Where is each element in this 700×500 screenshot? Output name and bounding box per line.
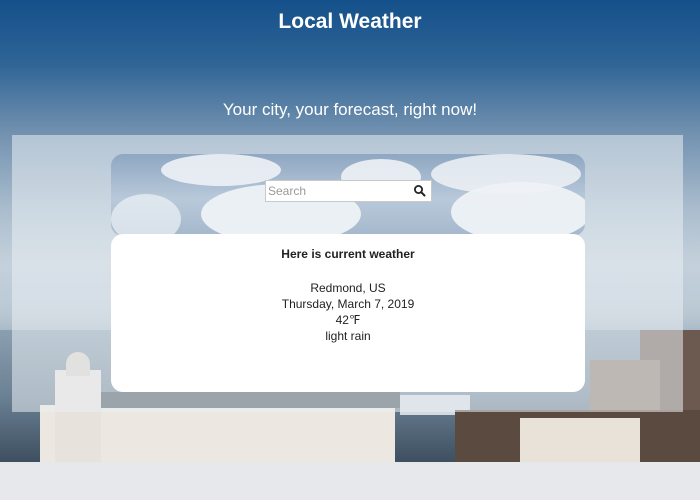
building <box>520 418 640 462</box>
cloud <box>111 194 181 236</box>
page-title: Local Weather <box>278 10 422 33</box>
search-input[interactable] <box>266 181 408 201</box>
cloud <box>161 154 281 186</box>
weather-location: Redmond, US <box>310 281 386 295</box>
weather-condition: light rain <box>325 329 371 343</box>
search-icon[interactable] <box>413 184 427 198</box>
search-box <box>265 180 432 202</box>
weather-card: Here is current weather Redmond, US Thur… <box>111 234 585 392</box>
search-panel <box>111 154 585 236</box>
weather-heading: Here is current weather <box>281 247 415 261</box>
page-footer <box>0 462 700 500</box>
page-tagline: Your city, your forecast, right now! <box>222 100 478 119</box>
weather-date: Thursday, March 7, 2019 <box>281 297 415 311</box>
weather-temperature: 42℉ <box>335 313 361 327</box>
cloud <box>451 182 585 236</box>
